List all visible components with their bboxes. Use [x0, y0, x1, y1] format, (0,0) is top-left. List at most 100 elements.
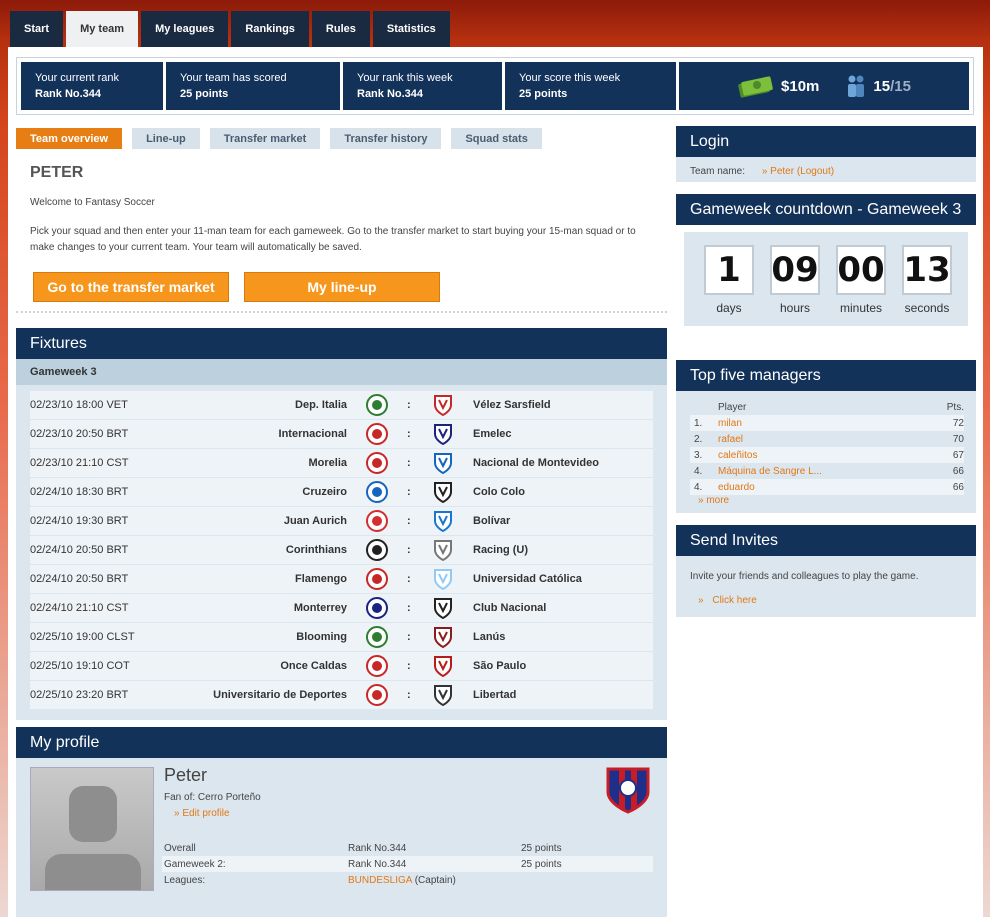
manager-points: 66: [952, 465, 964, 477]
money-icon: [738, 76, 773, 98]
budget-box: $10m 15/15: [679, 62, 969, 110]
fixtures-gameweek: Gameweek 3: [16, 359, 667, 385]
fixture-row: 02/24/10 20:50 BRT Flamengo: Universidad C…: [30, 565, 653, 593]
manager-name-link[interactable]: milan: [718, 418, 953, 429]
fixture-away-team: Emelec: [473, 428, 512, 440]
stat-rank-week: Your rank this week Rank No.344: [343, 62, 502, 110]
manager-row: 2. rafael 70: [690, 431, 964, 447]
fixture-separator: :: [407, 689, 411, 701]
countdown-value: 00: [836, 245, 886, 295]
fixture-date: 02/24/10 18:30 BRT: [30, 486, 129, 498]
fixture-separator: :: [407, 457, 411, 469]
subtab-transfer-history[interactable]: Transfer history: [330, 128, 442, 149]
manager-name-link[interactable]: caleñitos: [718, 450, 953, 461]
fixture-date: 02/24/10 21:10 CST: [30, 602, 129, 614]
fixture-row: 02/23/10 20:50 BRT Internacional: Emelec: [30, 420, 653, 448]
stat-value: 25 points: [180, 88, 229, 100]
home-crest-icon: [366, 597, 388, 619]
subtab-squad-stats[interactable]: Squad stats: [451, 128, 542, 149]
tab-my-leagues[interactable]: My leagues: [141, 11, 229, 47]
row-label: Overall: [164, 842, 196, 854]
transfer-market-button[interactable]: Go to the transfer market: [33, 272, 229, 302]
fixture-away-team: Racing (U): [473, 544, 528, 556]
profile-stats-table: Overall Rank No.344 25 points Gameweek 2…: [162, 840, 653, 888]
edit-profile-link[interactable]: » Edit profile: [174, 808, 230, 819]
league-role: (Captain): [414, 874, 456, 886]
squad-icon: [848, 75, 865, 97]
row-rank: Rank No.344: [348, 842, 407, 854]
countdown-days: 1 days: [704, 245, 754, 315]
login-title: Login: [676, 126, 976, 157]
manager-rank: 2.: [694, 433, 703, 445]
fixture-date: 02/24/10 20:50 BRT: [30, 573, 129, 585]
countdown-value: 1: [704, 245, 754, 295]
more-managers-link[interactable]: » more: [676, 495, 976, 506]
home-crest-icon: [366, 655, 388, 677]
home-crest-icon: [366, 568, 388, 590]
away-crest-icon: [434, 627, 452, 648]
away-crest-icon: [434, 540, 452, 561]
tab-start[interactable]: Start: [10, 11, 64, 47]
fixture-separator: :: [407, 573, 411, 585]
manager-row: 4. eduardo 66: [690, 479, 964, 495]
fixture-home-team: Once Caldas: [280, 660, 347, 672]
fixture-away-team: Club Nacional: [473, 602, 547, 614]
fixture-row: 02/24/10 21:10 CST Monterrey: Club Naciona…: [30, 594, 653, 622]
away-crest-icon: [434, 656, 452, 677]
tab-my-team[interactable]: My team: [66, 11, 139, 47]
home-crest-icon: [366, 626, 388, 648]
main-container: Your current rank Rank No.344 Your team …: [8, 47, 983, 917]
fixture-row: 02/23/10 18:00 VET Dep. Italia: Vélez Sars…: [30, 391, 653, 419]
fixture-home-team: Universitario de Deportes: [213, 689, 347, 701]
countdown-label: days: [716, 301, 742, 315]
home-crest-icon: [366, 539, 388, 561]
away-crest-icon: [434, 569, 452, 590]
subtab-transfer-market[interactable]: Transfer market: [209, 128, 321, 149]
row-points: 25 points: [521, 858, 562, 870]
lineup-button[interactable]: My line-up: [244, 272, 440, 302]
budget-value: $10m: [781, 77, 820, 95]
league-link[interactable]: BUNDESLIGA: [348, 875, 412, 886]
subtab-line-up[interactable]: Line-up: [132, 128, 200, 149]
countdown-value: 13: [902, 245, 952, 295]
away-crest-icon: [434, 685, 452, 706]
stat-score-week: Your score this week 25 points: [505, 62, 676, 110]
fixture-home-team: Blooming: [296, 631, 347, 643]
subtab-team-overview[interactable]: Team overview: [16, 128, 123, 149]
fixture-separator: :: [407, 602, 411, 614]
fixture-separator: :: [407, 660, 411, 672]
fixture-date: 02/25/10 23:20 BRT: [30, 689, 129, 701]
fixture-home-team: Corinthians: [285, 544, 347, 556]
tab-rules[interactable]: Rules: [311, 11, 370, 47]
fixture-away-team: São Paulo: [473, 660, 527, 672]
manager-name-link[interactable]: Máquina de Sangre L...: [718, 466, 953, 477]
fixture-home-team: Dep. Italia: [295, 399, 347, 411]
manager-name-link[interactable]: eduardo: [718, 482, 953, 493]
invite-link-label[interactable]: Click here: [712, 595, 756, 606]
stat-value: Rank No.344: [35, 88, 102, 100]
stat-label: Your rank this week: [357, 72, 453, 84]
fixtures-list: 02/23/10 18:00 VET Dep. Italia: Vélez Sars…: [16, 385, 667, 720]
row-points: 25 points: [521, 842, 562, 854]
invite-link[interactable]: » Click here: [676, 582, 976, 606]
profile-row-gameweek: Gameweek 2: Rank No.344 25 points: [162, 856, 653, 872]
manager-rank: 1.: [694, 417, 703, 429]
away-crest-icon: [434, 482, 452, 503]
tab-rankings[interactable]: Rankings: [231, 11, 309, 47]
avatar: [30, 767, 154, 891]
manager-name-link[interactable]: rafael: [718, 434, 953, 445]
tab-statistics[interactable]: Statistics: [372, 11, 450, 47]
away-crest-icon: [434, 511, 452, 532]
row-label: Leagues:: [164, 874, 206, 886]
invites-title: Send Invites: [676, 525, 976, 556]
fixture-date: 02/24/10 19:30 BRT: [30, 515, 129, 527]
row-rank: Rank No.344: [348, 858, 407, 870]
fixture-date: 02/23/10 21:10 CST: [30, 457, 129, 469]
logout-link[interactable]: » Peter (Logout): [762, 166, 834, 177]
home-crest-icon: [366, 510, 388, 532]
fixture-row: 02/25/10 19:00 CLST Blooming: Lanús: [30, 623, 653, 651]
manager-points: 72: [952, 417, 964, 429]
away-crest-icon: [434, 395, 452, 416]
fixture-row: 02/24/10 20:50 BRT Corinthians: Racing (U): [30, 536, 653, 564]
squad-count: 15: [873, 77, 891, 95]
